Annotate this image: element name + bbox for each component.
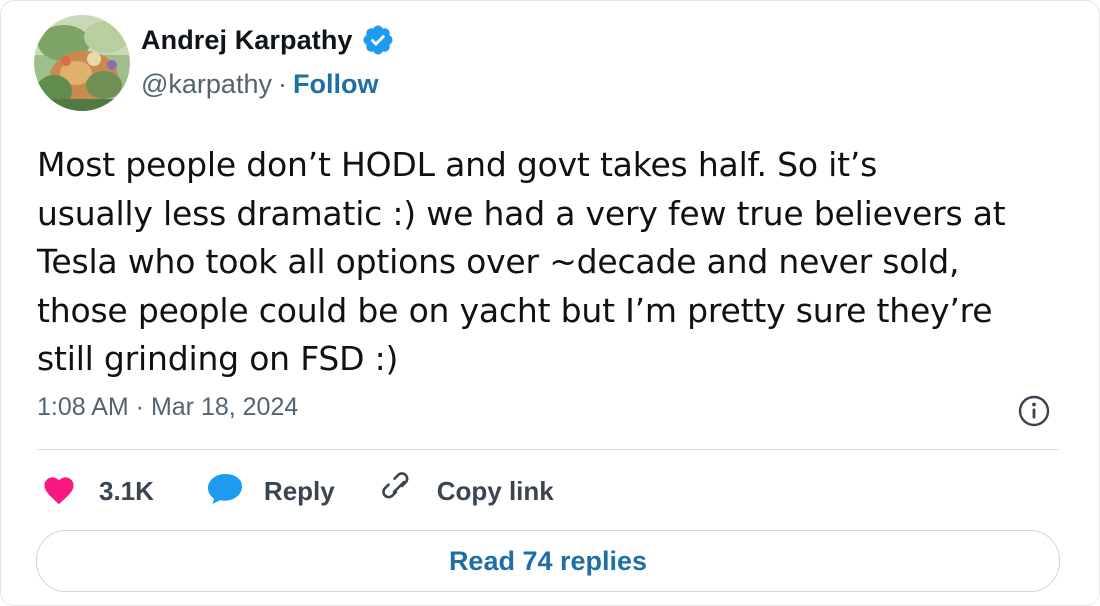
like-button[interactable]: 3.1K [41, 473, 154, 509]
copy-link-label: Copy link [436, 475, 554, 506]
tweet-text-line: usually less dramatic :) we had a very f… [37, 193, 1006, 233]
verified-badge-icon [361, 23, 395, 57]
tweet-text-line: those people could be on yacht but I’m p… [37, 290, 993, 330]
avatar[interactable] [34, 15, 130, 111]
copy-link-button[interactable]: Copy link [379, 471, 554, 511]
tweet-text-line: Tesla who took all options over ~decade … [37, 242, 960, 281]
speech-bubble-icon [206, 472, 244, 510]
tweet-timestamp[interactable]: 1:08 AM · Mar 18, 2024 [37, 393, 298, 422]
reply-button[interactable]: Reply [206, 472, 335, 510]
author-name-row: Andrej Karpathy [141, 23, 395, 57]
divider [37, 449, 1059, 450]
action-bar: 3.1K Reply Copy link [37, 469, 554, 513]
follow-button[interactable]: Follow [293, 69, 378, 100]
avatar-image [34, 15, 130, 111]
tweet-text: Most people don’t HODL and govt takes ha… [37, 141, 1057, 384]
info-icon[interactable] [1017, 394, 1051, 428]
reply-label: Reply [263, 475, 335, 506]
tweet-text-line: Most people don’t HODL and govt takes ha… [37, 145, 878, 184]
tweet-text-line: still grinding on FSD :) [37, 339, 399, 378]
separator-dot: · [277, 69, 287, 99]
link-icon [379, 471, 419, 511]
author-handle[interactable]: @karpathy [141, 69, 272, 100]
author-name[interactable]: Andrej Karpathy [141, 25, 353, 56]
heart-icon [41, 473, 77, 509]
like-count: 3.1K [99, 475, 154, 506]
read-replies-button[interactable]: Read 74 replies [36, 530, 1060, 592]
read-replies-label: Read 74 replies [448, 545, 648, 576]
author-handle-row: @karpathy · Follow [141, 69, 378, 100]
tweet-card: Andrej Karpathy @karpathy · Follow Most … [0, 0, 1100, 606]
